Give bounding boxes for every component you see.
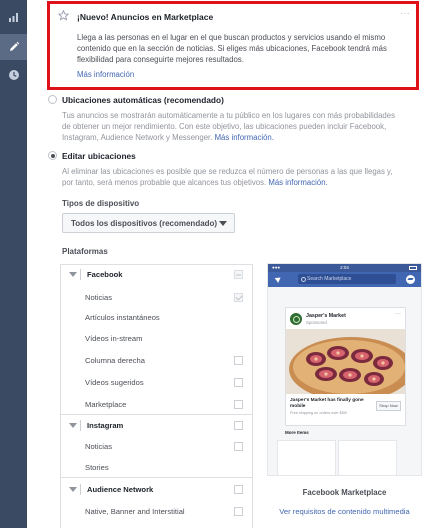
- ig-feed-checkbox[interactable]: [234, 442, 243, 451]
- sponsored-label: Sponsored: [306, 320, 327, 325]
- clock-icon: [8, 70, 19, 80]
- placement-an-native-banner[interactable]: Native, Banner and Interstitial: [61, 502, 252, 522]
- separator: [80, 484, 81, 495]
- edit-placements-desc: Al eliminar las ubicaciones es posible q…: [62, 166, 402, 188]
- more-items-label: More Items: [285, 430, 309, 435]
- placement-label: Marketplace: [85, 400, 127, 409]
- fb-right-column-checkbox[interactable]: [234, 356, 243, 365]
- instagram-checkbox[interactable]: [234, 421, 243, 430]
- platforms-list: Facebook Noticias Artículos instantáneos…: [60, 264, 253, 528]
- edit-more-info-link[interactable]: Más información.: [268, 178, 327, 187]
- item-tile: [338, 440, 397, 475]
- placement-label: Stories: [85, 463, 109, 472]
- platform-instagram[interactable]: Instagram: [61, 416, 252, 436]
- fb-suggested-videos-checkbox[interactable]: [234, 378, 243, 387]
- separator: [80, 269, 81, 280]
- edit-desc-text: Al eliminar las ubicaciones es posible q…: [62, 167, 393, 187]
- notice-title: ¡Nuevo! Anuncios en Marketplace: [77, 12, 214, 22]
- bar-chart-icon: [8, 13, 18, 22]
- platform-audience-network-label: Audience Network: [87, 485, 154, 494]
- edit-button[interactable]: [0, 34, 27, 60]
- placement-fb-right-column[interactable]: Columna derecha: [61, 351, 252, 371]
- status-time: 2:04: [340, 265, 349, 270]
- caret-down-icon: [219, 221, 227, 226]
- placement-label: Noticias: [85, 442, 113, 451]
- placement-label: Columna derecha: [85, 356, 145, 365]
- signal-icon: ●●●: [272, 265, 281, 270]
- ad-card: Jasper's Market Sponsored ··· Jasper's M…: [285, 307, 406, 426]
- fb-news-feed-checkbox[interactable]: [234, 293, 243, 302]
- placements-panel: ¡Nuevo! Anuncios en Marketplace ··· Lleg…: [27, 0, 427, 528]
- placement-fb-instream-videos[interactable]: Vídeos in-stream: [61, 329, 252, 349]
- placement-label: Artículos instantáneos: [85, 313, 160, 322]
- edit-placements-title: Editar ubicaciones: [62, 151, 136, 161]
- pencil-icon: [9, 41, 19, 51]
- fig-tart-image: [286, 329, 405, 394]
- marketplace-search-field: Search Marketplace: [298, 274, 396, 284]
- automatic-placements-desc: Tus anuncios se mostrarán automáticament…: [62, 110, 402, 143]
- ad-options-icon: ···: [395, 311, 401, 317]
- automatic-more-info-link[interactable]: Más información.: [215, 133, 274, 142]
- reports-button[interactable]: [0, 4, 27, 30]
- platform-instagram-label: Instagram: [87, 421, 124, 430]
- platform-facebook-label: Facebook: [87, 270, 123, 279]
- marketplace-preview: ●●● 2:04 Search Marketplace Jasper's Mar…: [267, 263, 422, 476]
- placement-fb-instant-articles[interactable]: Artículos instantáneos: [61, 308, 252, 328]
- collapse-triangle-icon[interactable]: [69, 487, 77, 492]
- battery-icon: [409, 266, 417, 270]
- automatic-placements-radio[interactable]: [48, 95, 57, 104]
- marketplace-search-bar: Search Marketplace: [268, 272, 421, 287]
- separator: [80, 420, 81, 431]
- notice-more-info-link[interactable]: Más información: [77, 70, 134, 79]
- star-icon: [58, 10, 69, 21]
- device-types-label: Tipos de dispositivo: [62, 199, 140, 208]
- facebook-checkbox[interactable]: [234, 270, 243, 279]
- placement-label: Vídeos in-stream: [85, 334, 143, 343]
- advertiser-logo: [290, 313, 302, 325]
- placement-label: Noticias: [85, 293, 113, 302]
- placement-ig-feed[interactable]: Noticias: [61, 437, 252, 457]
- marketplace-notice: ¡Nuevo! Anuncios en Marketplace ··· Lleg…: [47, 1, 419, 90]
- phone-status-bar: ●●● 2:04: [268, 264, 421, 272]
- messenger-icon: [406, 275, 415, 284]
- placement-label: Native, Banner and Interstitial: [85, 507, 185, 516]
- audience-network-checkbox[interactable]: [234, 485, 243, 494]
- automatic-placements-title: Ubicaciones automáticas (recomendado): [62, 95, 224, 105]
- placement-fb-news-feed[interactable]: Noticias: [61, 288, 252, 308]
- media-requirements-link[interactable]: Ver requisitos de contenido multimedia: [267, 507, 422, 516]
- divider: [61, 414, 252, 415]
- platform-facebook[interactable]: Facebook: [61, 265, 252, 285]
- platforms-label: Plataformas: [62, 247, 108, 256]
- fb-marketplace-checkbox[interactable]: [234, 400, 243, 409]
- device-types-value: Todos los dispositivos (recomendado): [71, 218, 218, 228]
- advertiser-name: Jasper's Market: [306, 313, 346, 319]
- collapse-triangle-icon[interactable]: [69, 423, 77, 428]
- placement-ig-stories[interactable]: Stories: [61, 458, 252, 478]
- platform-audience-network[interactable]: Audience Network: [61, 480, 252, 500]
- ad-headline: Jasper's Market has finally gone mobile: [290, 398, 364, 409]
- divider: [61, 477, 252, 478]
- ad-subtext: Free shipping on orders over $50!: [290, 411, 347, 415]
- item-tile: [277, 440, 336, 475]
- shop-now-button: Shop Now: [376, 401, 401, 411]
- history-button[interactable]: [0, 62, 27, 88]
- placement-label: Vídeos sugeridos: [85, 378, 144, 387]
- placement-fb-marketplace[interactable]: Marketplace: [61, 395, 252, 415]
- notice-body: Llega a las personas en el lugar en el q…: [77, 33, 387, 64]
- device-types-dropdown[interactable]: Todos los dispositivos (recomendado): [62, 213, 235, 233]
- an-native-banner-checkbox[interactable]: [234, 507, 243, 516]
- edit-placements-radio[interactable]: [48, 151, 57, 160]
- preview-caption: Facebook Marketplace: [302, 488, 387, 497]
- ad-image: [286, 329, 405, 394]
- collapse-triangle-icon[interactable]: [69, 272, 77, 277]
- placement-fb-suggested-videos[interactable]: Vídeos sugeridos: [61, 373, 252, 393]
- left-rail: [0, 0, 27, 528]
- notice-more-icon[interactable]: ···: [400, 8, 410, 19]
